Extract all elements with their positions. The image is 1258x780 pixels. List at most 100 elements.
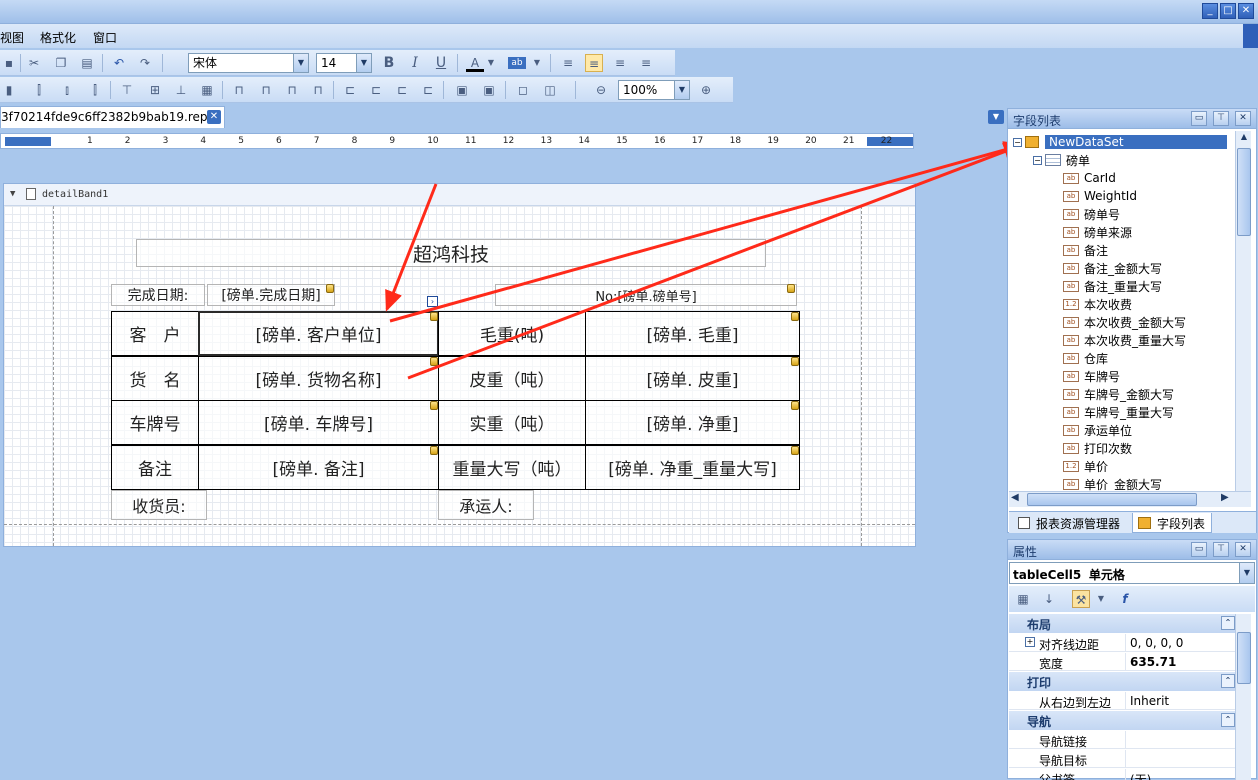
property-row[interactable]: 导航目标 bbox=[1009, 750, 1241, 768]
field-tree-vscroll[interactable]: ▲ bbox=[1235, 131, 1251, 491]
field-name: 单价_金额大写 bbox=[1084, 477, 1163, 492]
dataset-name: NewDataSet bbox=[1045, 135, 1227, 149]
table-name: 磅单 bbox=[1066, 153, 1091, 168]
collapse-icon[interactable]: ⌃ bbox=[1221, 713, 1235, 727]
field-list-header: 字段列表 ▭ ⊤ ✕ bbox=[1008, 109, 1256, 129]
field-tree[interactable]: − NewDataSet − 磅单 ab CarId ab WeightId ab 磅单号… bbox=[1009, 131, 1241, 491]
property-key: 宽度 bbox=[1039, 657, 1064, 671]
field-node[interactable]: ab 车牌号_金额大写 bbox=[1063, 385, 1174, 403]
arrow-to-dataset-2 bbox=[407, 142, 1025, 380]
property-row[interactable]: + 对齐线边距 0, 0, 0, 0 bbox=[1009, 634, 1241, 652]
panel-pin-icon[interactable]: ⊤ bbox=[1213, 111, 1229, 126]
property-category-name: 打印 bbox=[1027, 676, 1052, 690]
expand-icon[interactable]: + bbox=[1025, 637, 1035, 647]
string-field-icon: ab bbox=[1063, 280, 1079, 292]
string-field-icon: ab bbox=[1063, 478, 1079, 490]
field-node[interactable]: 1.2 单价 bbox=[1063, 457, 1108, 475]
string-field-icon: ab bbox=[1063, 352, 1079, 364]
property-row[interactable]: 父书签 (无) bbox=[1009, 769, 1241, 780]
field-node[interactable]: ab 备注_金额大写 bbox=[1063, 259, 1162, 277]
hscroll-thumb[interactable] bbox=[1027, 493, 1197, 506]
field-name: 打印次数 bbox=[1084, 441, 1133, 456]
string-field-icon: ab bbox=[1063, 424, 1079, 436]
panel-float-icon[interactable]: ▭ bbox=[1191, 542, 1207, 557]
panel-pin-icon[interactable]: ⊤ bbox=[1213, 542, 1229, 557]
string-field-icon: ab bbox=[1063, 370, 1079, 382]
properties-title: 属性 bbox=[1013, 545, 1038, 559]
field-node[interactable]: ab 承运单位 bbox=[1063, 421, 1132, 439]
field-tree-hscroll[interactable]: ◀ ▶ bbox=[1009, 491, 1251, 507]
property-category[interactable]: 导航 ⌃ bbox=[1009, 711, 1241, 730]
panel-close-icon[interactable]: ✕ bbox=[1235, 111, 1251, 126]
field-name: 单价 bbox=[1084, 459, 1109, 474]
selected-object-type: 单元格 bbox=[1088, 568, 1125, 582]
field-node[interactable]: 1.2 本次收费 bbox=[1063, 295, 1132, 313]
field-list-title: 字段列表 bbox=[1013, 114, 1062, 128]
alphabetical-icon[interactable]: ↓ bbox=[1040, 590, 1058, 608]
string-field-icon: ab bbox=[1063, 244, 1079, 256]
field-node[interactable]: ab 单价_金额大写 bbox=[1063, 475, 1162, 491]
field-node[interactable]: ab 本次收费_重量大写 bbox=[1063, 331, 1186, 349]
field-node[interactable]: ab WeightId bbox=[1063, 187, 1137, 205]
field-name: 车牌号 bbox=[1084, 369, 1121, 384]
dataset-node[interactable]: − NewDataSet bbox=[1013, 133, 1227, 151]
collapse-icon[interactable]: ⌃ bbox=[1221, 674, 1235, 688]
property-value[interactable]: (无) bbox=[1125, 769, 1151, 780]
tab-field-list[interactable]: 字段列表 bbox=[1132, 513, 1213, 533]
expand-icon[interactable]: − bbox=[1013, 137, 1022, 147]
vscroll-thumb[interactable] bbox=[1237, 632, 1251, 684]
panel-float-icon[interactable]: ▭ bbox=[1191, 111, 1207, 126]
scroll-left-icon[interactable]: ◀ bbox=[1011, 492, 1019, 503]
properties-icon[interactable]: ⚒ bbox=[1072, 590, 1090, 608]
field-name: 备注_金额大写 bbox=[1084, 261, 1163, 276]
events-icon[interactable]: f bbox=[1116, 590, 1134, 608]
property-grid-vscroll[interactable] bbox=[1235, 614, 1251, 780]
string-field-icon: ab bbox=[1063, 190, 1079, 202]
property-grid[interactable]: 布局 ⌃ + 对齐线边距 0, 0, 0, 0 宽度 635.71 打印 ⌃ 从右边到左边 Inhe… bbox=[1009, 614, 1241, 780]
tab-report-explorer[interactable]: 报表资源管理器 bbox=[1014, 514, 1124, 532]
property-category[interactable]: 打印 ⌃ bbox=[1009, 672, 1241, 691]
table-node[interactable]: − 磅单 bbox=[1033, 151, 1090, 169]
scroll-up-icon[interactable]: ▲ bbox=[1237, 132, 1251, 146]
object-selector[interactable]: tableCell5 单元格 ▼ bbox=[1009, 562, 1255, 584]
field-node[interactable]: ab 仓库 bbox=[1063, 349, 1108, 367]
property-key: 对齐线边距 bbox=[1039, 638, 1100, 652]
field-node[interactable]: ab 打印次数 bbox=[1063, 439, 1132, 457]
field-node[interactable]: ab 磅单号 bbox=[1063, 205, 1120, 223]
field-name: 车牌号_重量大写 bbox=[1084, 405, 1175, 420]
collapse-icon[interactable]: ⌃ bbox=[1221, 616, 1235, 630]
property-value[interactable] bbox=[1125, 750, 1130, 768]
vscroll-thumb[interactable] bbox=[1237, 148, 1251, 236]
dataset-icon bbox=[1025, 136, 1039, 148]
field-node[interactable]: ab 车牌号_重量大写 bbox=[1063, 403, 1174, 421]
property-value[interactable]: 635.71 bbox=[1125, 653, 1176, 671]
properties-dropdown-icon[interactable]: ▼ bbox=[1096, 590, 1106, 608]
field-name: 仓库 bbox=[1084, 351, 1109, 366]
properties-panel: 属性 ▭ ⊤ ✕ tableCell5 单元格 ▼ ▦ ↓ ⚒ ▼ f 布局 ⌃ +… bbox=[1007, 539, 1257, 780]
field-node[interactable]: ab 本次收费_金额大写 bbox=[1063, 313, 1186, 331]
object-selector-dropdown-icon[interactable]: ▼ bbox=[1239, 563, 1254, 583]
property-value[interactable]: Inherit bbox=[1125, 692, 1169, 710]
property-value[interactable] bbox=[1125, 731, 1130, 749]
selected-object-name: tableCell5 bbox=[1013, 568, 1082, 582]
field-node[interactable]: ab CarId bbox=[1063, 169, 1116, 187]
field-node[interactable]: ab 备注_重量大写 bbox=[1063, 277, 1162, 295]
property-value[interactable]: 0, 0, 0, 0 bbox=[1125, 634, 1183, 652]
numeric-field-icon: 1.2 bbox=[1063, 298, 1079, 310]
property-category[interactable]: 布局 ⌃ bbox=[1009, 614, 1241, 633]
field-node[interactable]: ab 磅单来源 bbox=[1063, 223, 1132, 241]
field-node[interactable]: ab 车牌号 bbox=[1063, 367, 1120, 385]
expand-icon[interactable]: − bbox=[1033, 155, 1042, 165]
property-row[interactable]: 导航链接 bbox=[1009, 731, 1241, 749]
property-row[interactable]: 从右边到左边 Inherit bbox=[1009, 692, 1241, 710]
property-category-name: 布局 bbox=[1027, 618, 1052, 632]
string-field-icon: ab bbox=[1063, 262, 1079, 274]
field-name: 本次收费 bbox=[1084, 297, 1133, 312]
string-field-icon: ab bbox=[1063, 208, 1079, 220]
field-list-panel: 字段列表 ▭ ⊤ ✕ − NewDataSet − 磅单 ab CarId ab We… bbox=[1007, 108, 1257, 533]
property-row[interactable]: 宽度 635.71 bbox=[1009, 653, 1241, 671]
scroll-right-icon[interactable]: ▶ bbox=[1221, 492, 1229, 503]
panel-close-icon[interactable]: ✕ bbox=[1235, 542, 1251, 557]
categorized-icon[interactable]: ▦ bbox=[1014, 590, 1032, 608]
field-node[interactable]: ab 备注 bbox=[1063, 241, 1108, 259]
